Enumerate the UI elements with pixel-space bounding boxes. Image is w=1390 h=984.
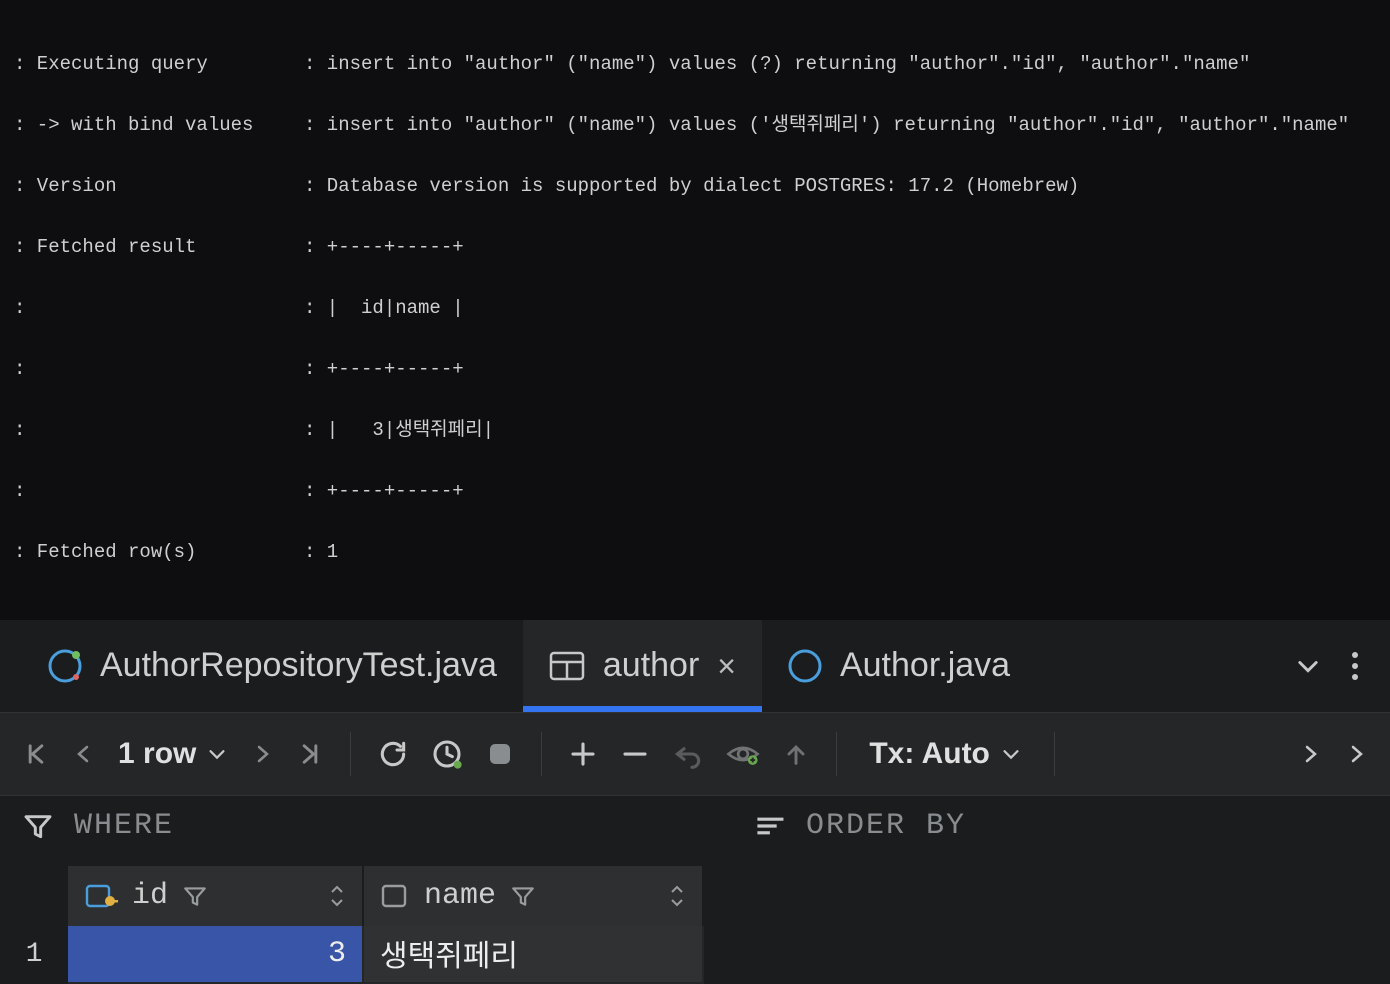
result-toolbar: 1 row xyxy=(0,712,1390,796)
close-icon[interactable]: × xyxy=(717,650,736,682)
last-page-button[interactable] xyxy=(296,740,324,768)
tabs-menu[interactable] xyxy=(1350,650,1360,682)
orderby-label[interactable]: ORDER BY xyxy=(806,809,966,843)
chevron-down-icon xyxy=(1000,743,1022,765)
clock-icon xyxy=(431,738,463,770)
class-icon xyxy=(788,649,822,683)
database-tool-window: AuthorRepositoryTest.java author × Autho… xyxy=(0,620,1390,984)
separator xyxy=(1054,732,1055,776)
editor-tabs: AuthorRepositoryTest.java author × Autho… xyxy=(0,620,1390,712)
kebab-icon xyxy=(1350,650,1360,682)
console-line: :: | id|name | xyxy=(14,293,1376,324)
first-page-icon xyxy=(22,740,50,768)
preview-icon xyxy=(726,739,760,769)
key-column-icon xyxy=(84,881,118,911)
console-line: :: +----+-----+ xyxy=(14,476,1376,507)
filter-bar: WHERE ORDER BY xyxy=(0,796,1390,856)
tab-author-table[interactable]: author × xyxy=(523,620,762,712)
chevron-right-icon xyxy=(1298,740,1322,768)
console-output: : Executing query: insert into "author" … xyxy=(0,0,1390,620)
console-line: : -> with bind values: insert into "auth… xyxy=(14,110,1376,141)
separator xyxy=(350,732,351,776)
table-row[interactable]: 1 3 생택쥐페리 xyxy=(0,926,1390,984)
column-header-name[interactable]: name xyxy=(364,866,704,926)
separator xyxy=(541,732,542,776)
stop-button[interactable] xyxy=(485,739,515,769)
tab-label: author xyxy=(603,646,699,685)
tab-author-java[interactable]: Author.java xyxy=(762,620,1036,712)
console-line: :: +----+-----+ xyxy=(14,354,1376,385)
chevron-right-icon xyxy=(250,740,274,768)
stop-icon xyxy=(485,739,515,769)
row-handle-header xyxy=(0,866,68,926)
remove-row-button[interactable] xyxy=(620,739,650,769)
tabs-dropdown[interactable] xyxy=(1294,652,1322,680)
next-page-button[interactable] xyxy=(250,740,274,768)
prev-page-button[interactable] xyxy=(72,740,96,768)
submit-button[interactable] xyxy=(782,739,810,769)
tx-mode-dropdown[interactable]: Tx: Auto xyxy=(869,737,1022,771)
table-icon xyxy=(549,650,585,682)
tx-label: Tx: Auto xyxy=(869,737,990,771)
plus-icon xyxy=(568,739,598,769)
revert-button[interactable] xyxy=(672,738,704,770)
tab-author-repository-test[interactable]: AuthorRepositoryTest.java xyxy=(22,620,523,712)
tab-label: AuthorRepositoryTest.java xyxy=(100,646,497,685)
result-grid: id name 1 3 생택쥐페리 xyxy=(0,856,1390,984)
class-icon xyxy=(48,649,82,683)
preview-button[interactable] xyxy=(726,739,760,769)
row-count-label: 1 row xyxy=(118,737,196,771)
first-page-button[interactable] xyxy=(22,740,50,768)
separator xyxy=(836,732,837,776)
console-line: : Fetched row(s): 1 xyxy=(14,537,1376,568)
column-name: name xyxy=(424,879,496,913)
last-page-icon xyxy=(296,740,324,768)
where-label[interactable]: WHERE xyxy=(74,809,174,843)
sort-indicator-icon[interactable] xyxy=(668,883,686,909)
auto-refresh-button[interactable] xyxy=(431,738,463,770)
add-row-button[interactable] xyxy=(568,739,598,769)
column-icon xyxy=(380,882,410,910)
column-header-id[interactable]: id xyxy=(68,866,364,926)
scroll-right-button[interactable] xyxy=(1344,740,1368,768)
undo-icon xyxy=(672,738,704,770)
chevron-left-icon xyxy=(72,740,96,768)
console-line: : Fetched result: +----+-----+ xyxy=(14,232,1376,263)
sort-indicator-icon[interactable] xyxy=(328,883,346,909)
scroll-left-button[interactable] xyxy=(1298,740,1322,768)
console-line: : Version: Database version is supported… xyxy=(14,171,1376,202)
column-name: id xyxy=(132,879,168,913)
console-line: :: | 3|생택쥐페리| xyxy=(14,415,1376,446)
row-count-dropdown[interactable]: 1 row xyxy=(118,737,228,771)
cell-id[interactable]: 3 xyxy=(68,926,364,984)
filter-icon[interactable] xyxy=(22,810,54,842)
console-line: : Executing query: insert into "author" … xyxy=(14,49,1376,80)
filter-icon[interactable] xyxy=(182,883,208,909)
chevron-right-icon xyxy=(1344,740,1368,768)
chevron-down-icon xyxy=(1294,652,1322,680)
minus-icon xyxy=(620,739,650,769)
refresh-icon xyxy=(377,738,409,770)
upload-icon xyxy=(782,739,810,769)
refresh-button[interactable] xyxy=(377,738,409,770)
chevron-down-icon xyxy=(206,743,228,765)
row-number[interactable]: 1 xyxy=(0,926,68,984)
filter-icon[interactable] xyxy=(510,883,536,909)
sort-icon[interactable] xyxy=(754,812,788,840)
cell-name[interactable]: 생택쥐페리 xyxy=(364,926,704,984)
tab-label: Author.java xyxy=(840,646,1010,685)
grid-header: id name xyxy=(0,866,1390,926)
